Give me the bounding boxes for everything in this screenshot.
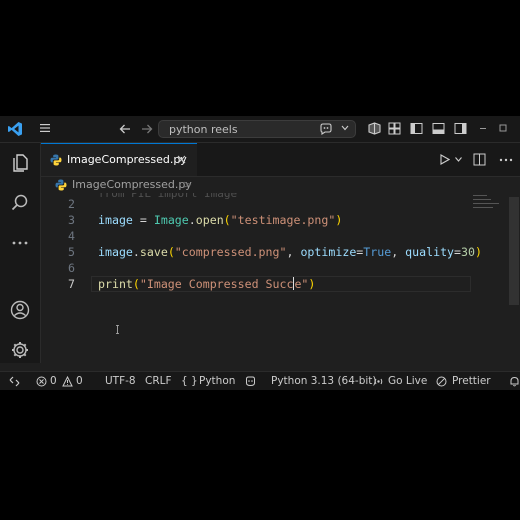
code-line-active: 7 print("Image Compressed Succe") (41, 276, 520, 293)
code-editor[interactable]: from PIL import Image 2 3 image = Image.… (41, 193, 520, 363)
code-text: image.save("compressed.png", optimize=Tr… (98, 245, 482, 259)
account-icon[interactable] (10, 300, 30, 320)
python-file-icon (50, 154, 62, 166)
vscode-logo-icon[interactable] (7, 121, 23, 137)
toggle-secondary-sidebar-icon[interactable] (454, 122, 467, 135)
menu-icon[interactable] (38, 121, 52, 135)
chevron-down-icon[interactable] (341, 125, 349, 131)
more-views-icon[interactable] (10, 233, 30, 253)
extension-icon[interactable] (368, 122, 381, 135)
settings-gear-icon[interactable] (10, 340, 30, 360)
remote-window-icon[interactable] (9, 376, 20, 387)
error-count[interactable]: 0 (50, 375, 57, 387)
code-text: image = Image.open("testimage.png") (98, 213, 343, 227)
copilot-icon[interactable] (319, 123, 333, 135)
minimap[interactable] (473, 193, 503, 223)
warning-count[interactable]: 0 (76, 375, 83, 387)
code-line: 5 image.save("compressed.png", optimize=… (41, 245, 520, 261)
python-interpreter[interactable]: Python 3.13 (64-bit) (271, 375, 377, 387)
close-icon[interactable] (177, 155, 186, 164)
breadcrumb-separator: > (183, 178, 193, 191)
run-dropdown-chevron-icon[interactable] (455, 157, 462, 162)
run-play-icon[interactable] (439, 154, 450, 165)
more-actions-icon[interactable] (499, 158, 513, 162)
error-icon[interactable] (36, 376, 47, 387)
explorer-files-icon[interactable] (10, 153, 30, 173)
customize-layout-icon[interactable] (388, 122, 401, 135)
python-file-icon (55, 179, 67, 191)
copilot-status-icon[interactable] (245, 376, 256, 387)
vertical-scrollbar[interactable] (509, 197, 519, 305)
prettier-status-icon[interactable] (436, 376, 447, 387)
line-number: 7 (68, 277, 75, 291)
activity-bar (0, 143, 41, 363)
back-arrow-icon[interactable] (118, 122, 132, 136)
maximize-icon[interactable] (498, 123, 508, 133)
code-line: 2 (41, 197, 520, 213)
search-label: python reels (169, 123, 238, 136)
tab-label: ImageCompressed.py (67, 153, 187, 166)
title-bar: python reels (0, 116, 520, 143)
prettier-button[interactable]: Prettier (452, 375, 491, 387)
encoding-indicator[interactable]: UTF-8 (105, 375, 136, 387)
status-bar: 0 0 UTF-8 CRLF { } Python Python 3.13 (6… (0, 371, 520, 390)
line-number: 2 (68, 197, 75, 211)
forward-arrow-icon[interactable] (140, 122, 154, 136)
notifications-bell-icon[interactable] (509, 376, 520, 387)
code-line: 4 (41, 229, 520, 245)
split-editor-icon[interactable] (473, 153, 486, 166)
vscode-window: python reels ImageCompressed.py ImageCom… (0, 116, 520, 390)
mouse-ibeam-cursor-icon (116, 325, 119, 334)
toggle-panel-icon[interactable] (432, 122, 445, 135)
search-icon[interactable] (10, 193, 30, 213)
code-line: 3 image = Image.open("testimage.png") (41, 213, 520, 229)
code-text: print("Image Compressed Succe") (98, 277, 316, 291)
go-live-button[interactable]: Go Live (388, 375, 427, 387)
minimize-icon[interactable] (478, 123, 488, 133)
language-mode[interactable]: Python (199, 375, 235, 387)
tab-imagecompressed-py[interactable]: ImageCompressed.py (41, 143, 197, 176)
warning-icon[interactable] (62, 376, 73, 387)
line-number: 3 (68, 213, 75, 227)
breadcrumb-file[interactable]: ImageCompressed.py (72, 178, 192, 191)
editor-tabs-bar: ImageCompressed.py (41, 143, 520, 177)
code-line: 6 (41, 261, 520, 277)
toggle-primary-sidebar-icon[interactable] (410, 122, 423, 135)
language-braces-icon[interactable]: { } (181, 375, 198, 387)
line-number: 6 (68, 261, 75, 275)
broadcast-icon[interactable] (373, 376, 384, 387)
breadcrumb: ImageCompressed.py > (41, 177, 520, 193)
eol-indicator[interactable]: CRLF (145, 375, 172, 387)
line-number: 4 (68, 229, 75, 243)
line-number: 5 (68, 245, 75, 259)
command-center-search[interactable]: python reels (158, 120, 356, 138)
